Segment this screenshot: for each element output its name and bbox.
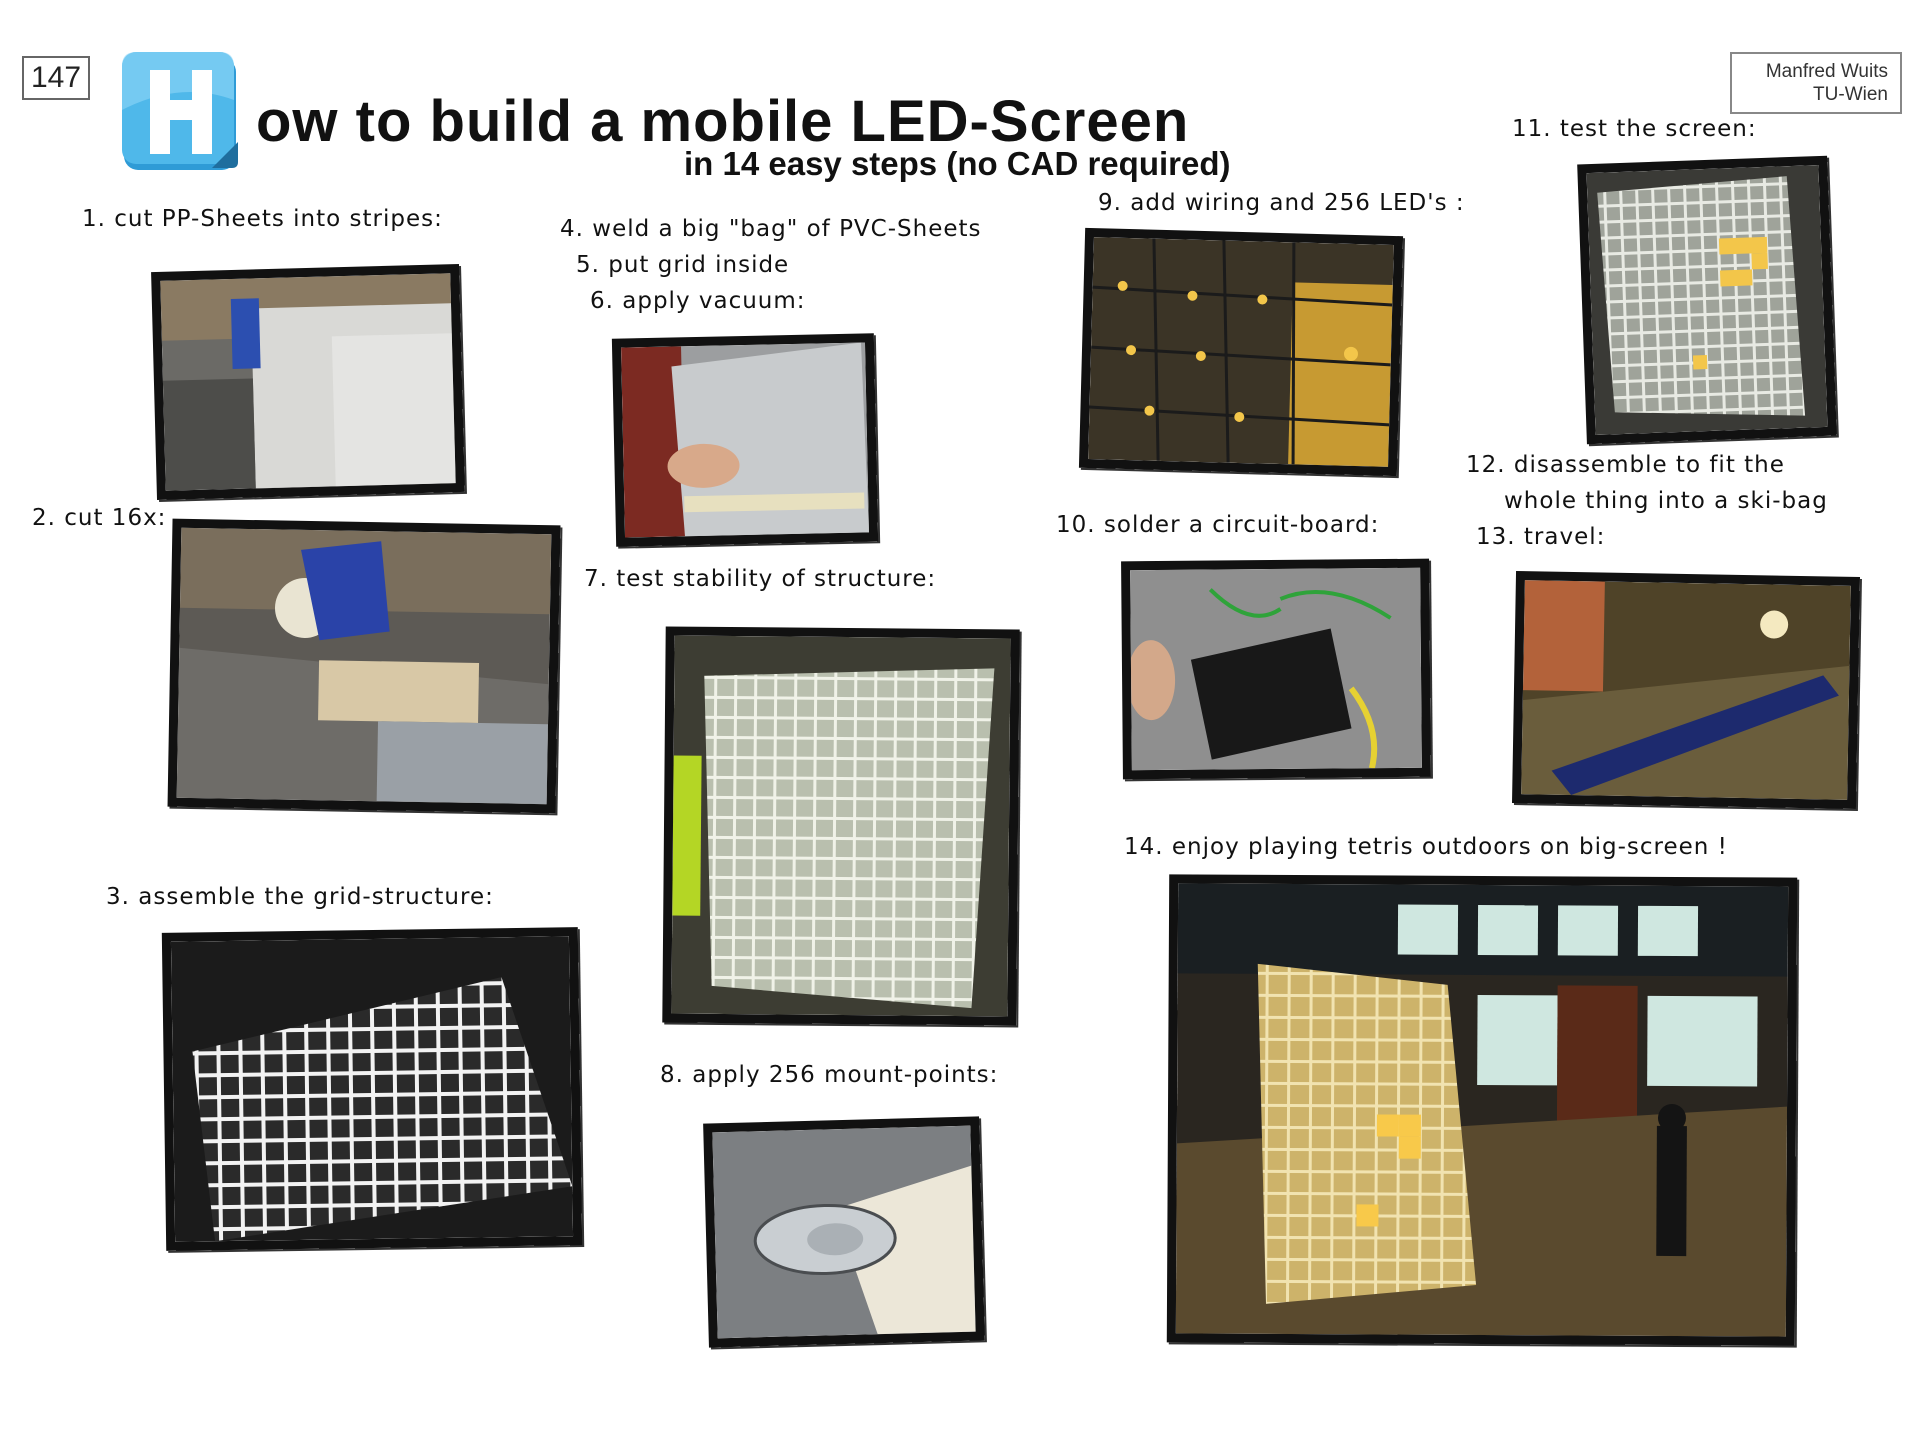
step-9-label: 9. add wiring and 256 LED's : — [1098, 190, 1465, 216]
step-7-photo — [662, 626, 1020, 1026]
step-2-label: 2. cut 16x: — [32, 505, 167, 531]
step-6-photo — [611, 333, 879, 547]
step-2-photo — [167, 518, 561, 814]
author-box: Manfred Wuits TU-Wien — [1730, 52, 1902, 114]
step-14-label: 14. enjoy playing tetris outdoors on big… — [1124, 834, 1728, 860]
step-7-label: 7. test stability of structure: — [584, 566, 937, 592]
step-8-label: 8. apply 256 mount-points: — [660, 1062, 999, 1088]
step-12-label: 12. disassemble to fit the — [1466, 452, 1785, 478]
page-subtitle: in 14 easy steps (no CAD required) — [684, 145, 1231, 182]
author-institution: TU-Wien — [1813, 84, 1888, 105]
step-4-label: 4. weld a big "bag" of PVC-Sheets — [560, 216, 982, 242]
page-number: 147 — [22, 56, 90, 100]
step-11-label: 11. test the screen: — [1512, 116, 1757, 142]
step-3-photo — [161, 927, 583, 1251]
step-13-label: 13. travel: — [1476, 524, 1606, 550]
step-6-label: 6. apply vacuum: — [590, 288, 806, 314]
author-name: Manfred Wuits — [1765, 61, 1888, 82]
step-11-photo — [1577, 155, 1837, 445]
step-5-label: 5. put grid inside — [576, 252, 790, 278]
step-13-photo — [1512, 571, 1860, 809]
step-1-label: 1. cut PP-Sheets into stripes: — [82, 206, 443, 232]
step-12-label-cont: whole thing into a ski-bag — [1504, 488, 1828, 514]
step-10-photo — [1121, 558, 1431, 780]
step-8-photo — [703, 1116, 985, 1348]
step-9-photo — [1078, 227, 1404, 477]
step-1-photo — [151, 264, 465, 500]
h-letter-icon — [120, 50, 244, 174]
step-14-photo — [1166, 874, 1798, 1346]
step-10-label: 10. solder a circuit-board: — [1056, 512, 1380, 538]
step-3-label: 3. assemble the grid-structure: — [106, 884, 494, 910]
